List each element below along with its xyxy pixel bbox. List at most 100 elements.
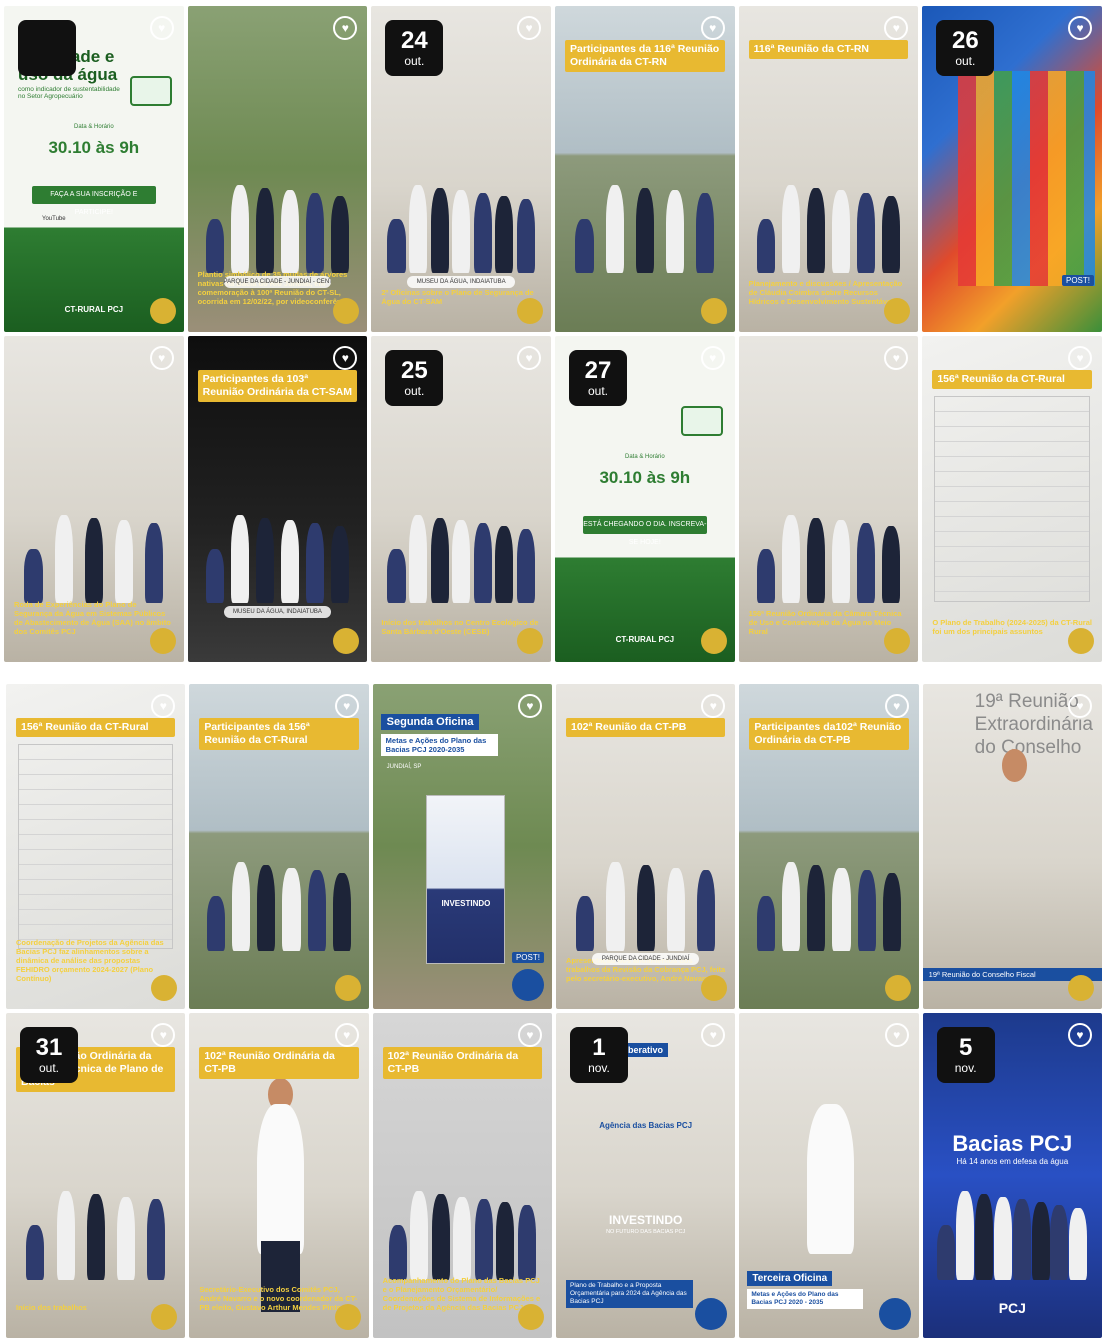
document-table: [934, 396, 1090, 602]
people-group: [202, 512, 353, 604]
story-tile[interactable]: 156ª Reunião da CT-Rural O Plano de Traba…: [922, 336, 1102, 662]
person-figure: [408, 514, 428, 604]
workshop-signup-button[interactable]: ESTÁ CHEGANDO O DIA. INSCREVA-SE HOJE!: [583, 516, 707, 546]
banner-text: INVESTINDO: [441, 899, 491, 909]
person-figure: [230, 514, 249, 604]
story-highlight-icon[interactable]: ♥: [700, 346, 725, 370]
story-highlight-icon[interactable]: ♥: [149, 16, 174, 40]
date-badge: 26 out.: [936, 20, 995, 76]
story-tile[interactable]: 102ª Reunião Ordinária da CT-PB Acompanha…: [372, 1013, 552, 1338]
story-caption-top: 102ª Reunião Ordinária da CT-PB: [199, 1047, 359, 1079]
person-figure: [114, 520, 134, 604]
story-tile[interactable]: Plantio simbólico de 35 mudas de árvores…: [187, 6, 368, 332]
people-group: [202, 182, 353, 274]
person-figure: [408, 184, 428, 274]
story-tile[interactable]: Participantes da 116ª Reunião Ordinária …: [555, 6, 735, 332]
story-highlight-icon[interactable]: ♥: [334, 1023, 359, 1047]
story-highlight-icon[interactable]: ♥: [517, 1023, 542, 1047]
person-figure: [452, 190, 471, 274]
people-group: [18, 512, 169, 604]
story-caption-top: Participantes da 103ª Reunião Ordinária …: [197, 370, 358, 402]
person-figure: [255, 187, 274, 274]
story-caption-top: 156ª Reunião da CT-Rural: [16, 718, 176, 737]
seal-icon: [334, 975, 361, 1001]
story-tile[interactable]: 102ª Reunião Ordinária da Câmara Técnica…: [6, 1013, 186, 1338]
seal-icon: [700, 628, 727, 654]
story-highlight-icon[interactable]: ♥: [1067, 1023, 1092, 1047]
person-figure: [857, 523, 876, 604]
story-highlight-icon[interactable]: ♥: [1068, 346, 1092, 370]
date-badge: [18, 20, 76, 76]
rollup-banner: INVESTINDO: [426, 794, 506, 964]
story-highlight-icon[interactable]: ♥: [884, 1023, 909, 1047]
person-figure: [696, 193, 715, 274]
story-highlight-icon[interactable]: ♥: [334, 694, 359, 718]
story-tile[interactable]: 102ª Reunião da CT-PBApresentação dos an…: [555, 684, 736, 1009]
people-group: [569, 182, 720, 274]
date-day: 24: [400, 27, 428, 54]
story-tile[interactable]: Bacias PCJ Há 14 anos em defesa da água PC…: [922, 1013, 1102, 1338]
person-figure: [56, 1191, 75, 1280]
story-tile[interactable]: Participantes da102ª Reunião Ordinária d…: [739, 684, 919, 1009]
person-figure: [331, 195, 350, 274]
person-figure: [832, 867, 851, 951]
story-tile[interactable]: Data & Horário 30.10 às 9h ESTÁ CHEGANDO O…: [555, 336, 735, 662]
person-figure: [1031, 1202, 1050, 1280]
story-tile[interactable]: POST! ♥ 26 out.: [922, 6, 1102, 332]
story-tile[interactable]: 2º Ofícinas sobre o Plano de Segurança d…: [371, 6, 551, 332]
oficina-heading: Terceira Oficina: [747, 1271, 833, 1286]
investindo-subtext: NO FUTURO DAS BACIAS PCJ: [606, 1229, 686, 1235]
seal-icon: [517, 1304, 544, 1330]
story-highlight-icon[interactable]: ♥: [517, 346, 541, 370]
story-tile[interactable]: liberativo Agência das Bacias PCJ INVESTIN…: [555, 1013, 736, 1338]
workshop-signup-button[interactable]: FAÇA A SUA INSCRIÇÃO E PARTICIPE!: [32, 186, 156, 216]
people-group: [20, 1189, 171, 1280]
story-tile[interactable]: 156ª Reunião da CT-Rural Coordenação de P…: [6, 684, 186, 1009]
sdg-cubes-illustration: [958, 71, 1095, 287]
story-highlight-icon[interactable]: ♥: [517, 694, 542, 718]
person-figure: [756, 218, 775, 274]
story-highlight-icon[interactable]: ♥: [884, 694, 909, 718]
person-figure: [116, 1196, 135, 1280]
story-tile[interactable]: Terceira Oficina Metas e Ações do Plano d…: [739, 1013, 919, 1338]
oficina-subtitle: Metas e Ações do Plano das Bacias PCJ 20…: [380, 734, 499, 756]
story-tile[interactable]: Participantes da 103ª Reunião Ordinária …: [187, 336, 368, 662]
workshop-date-label: Data & Horário: [73, 124, 114, 130]
date-badge: 5 nov.: [936, 1027, 995, 1083]
date-day: 31: [35, 1034, 63, 1061]
story-tile[interactable]: 102ª Reunião Ordinária da CT-PB Secretári…: [189, 1013, 369, 1338]
workshop-subtitle: como indicador de sustentabilidade no Se…: [18, 86, 120, 100]
story-tile[interactable]: Início dos trabalhos no Centro Ecológico…: [371, 336, 551, 662]
story-tile[interactable]: 156ª Reunião Ordinária da Câmara Técnica…: [738, 336, 919, 662]
agency-title: Bacias PCJ: [952, 1131, 1073, 1156]
workshop-date: 30.10 às 9h: [599, 468, 691, 487]
person-figure: [807, 864, 826, 951]
location-sticker: PARQUE DA CIDADE - JUNDIAÍ - CENTRO: [223, 276, 332, 288]
person-figure: [332, 873, 351, 951]
person-figure: [255, 517, 274, 604]
story-tile[interactable]: Participantes da 156ª Reunião da CT-Rura…: [189, 684, 369, 1009]
person-figure: [635, 187, 654, 274]
person-figure: [832, 520, 851, 604]
person-figure: [473, 523, 492, 604]
story-tile[interactable]: WorkshopQualidade e uso da águacomo indi…: [4, 6, 184, 332]
story-tile[interactable]: Segunda Oficina Metas e Ações do Plano da…: [372, 684, 552, 1009]
story-highlight-icon[interactable]: ♥: [1068, 16, 1092, 40]
location-label: JUNDIAÍ, SP: [386, 764, 422, 770]
story-highlight-icon[interactable]: ♥: [517, 16, 541, 40]
oficina-heading: Segunda Oficina: [380, 714, 480, 730]
story-tile[interactable]: Roda de Experiências do Plano de Seguran…: [4, 336, 184, 662]
pcj-logo-icon: [511, 969, 544, 1001]
date-badge: 27 out.: [569, 350, 627, 406]
person-figure: [496, 1202, 515, 1280]
date-day: 26: [951, 27, 979, 54]
story-highlight-icon[interactable]: ♥: [149, 346, 174, 370]
story-highlight-icon[interactable]: ♥: [700, 16, 725, 40]
story-tile[interactable]: 116ª Reunião da CT-RN Planejamento e disc…: [738, 6, 919, 332]
story-highlight-icon[interactable]: ♥: [1067, 694, 1092, 718]
seal-icon: [1068, 628, 1094, 654]
people-group: [937, 1189, 1088, 1280]
story-tile[interactable]: 19ª Reunião Extraordinária do Conselho 19…: [922, 684, 1102, 1009]
workshop-date-label: Data & Horário: [624, 454, 665, 460]
person-figure: [387, 548, 406, 604]
